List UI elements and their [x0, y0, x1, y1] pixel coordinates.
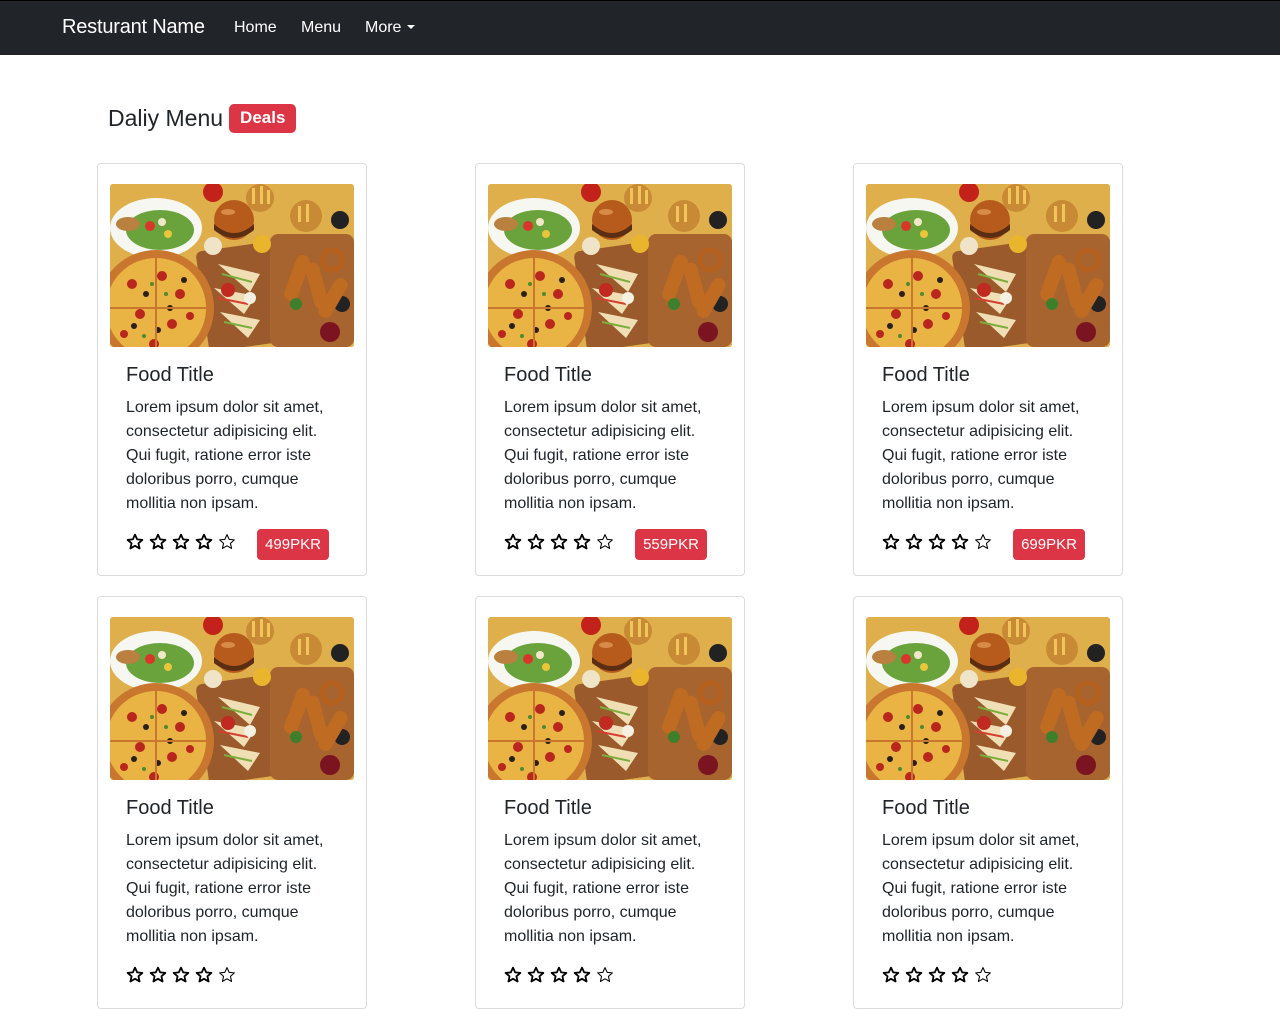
star-icon[interactable] [504, 966, 522, 989]
star-icon[interactable] [218, 533, 236, 556]
star-icon[interactable] [172, 966, 190, 989]
brand-link[interactable]: Resturant Name [62, 16, 205, 39]
food-image [866, 184, 1110, 347]
star-icon[interactable] [527, 966, 545, 989]
star-icon[interactable] [550, 966, 568, 989]
food-description: Lorem ipsum dolor sit amet, consectetur … [504, 832, 702, 945]
food-title: Food Title [126, 364, 214, 386]
food-image [866, 617, 1110, 780]
nav-menu-link[interactable]: Menu [301, 19, 341, 37]
food-card: Food Title Lorem ipsum dolor sit amet, co… [97, 163, 367, 576]
star-icon[interactable] [195, 966, 213, 989]
caret-down-icon [407, 25, 416, 29]
star-icon[interactable] [550, 533, 568, 556]
rating-stars [126, 533, 236, 556]
star-icon[interactable] [951, 533, 969, 556]
star-icon[interactable] [172, 533, 190, 556]
food-image [110, 184, 354, 347]
star-icon[interactable] [905, 966, 923, 989]
star-icon[interactable] [882, 533, 900, 556]
price-button[interactable]: 699PKR [1013, 529, 1085, 560]
food-title: Food Title [882, 797, 970, 819]
star-icon[interactable] [149, 533, 167, 556]
star-icon[interactable] [905, 533, 923, 556]
star-icon[interactable] [974, 533, 992, 556]
food-title: Food Title [504, 364, 592, 386]
food-card: Food Title Lorem ipsum dolor sit amet, co… [475, 596, 745, 1009]
nav-more-dropdown[interactable]: More [365, 19, 416, 37]
food-description: Lorem ipsum dolor sit amet, consectetur … [882, 832, 1080, 945]
star-icon[interactable] [596, 966, 614, 989]
food-image [488, 617, 732, 780]
star-icon[interactable] [882, 966, 900, 989]
star-icon[interactable] [573, 533, 591, 556]
deals-badge: Deals [229, 104, 297, 133]
food-title: Food Title [504, 797, 592, 819]
star-icon[interactable] [126, 533, 144, 556]
section-heading: Daliy Menu Deals [108, 104, 297, 133]
food-title: Food Title [882, 364, 970, 386]
food-description: Lorem ipsum dolor sit amet, consectetur … [504, 399, 702, 512]
star-icon[interactable] [928, 966, 946, 989]
rating-stars [882, 966, 992, 989]
star-icon[interactable] [149, 966, 167, 989]
star-icon[interactable] [195, 533, 213, 556]
food-description: Lorem ipsum dolor sit amet, consectetur … [882, 399, 1080, 512]
star-icon[interactable] [573, 966, 591, 989]
top-navbar: Resturant Name Home Menu More [0, 0, 1280, 55]
star-icon[interactable] [126, 966, 144, 989]
star-icon[interactable] [218, 966, 236, 989]
food-card: Food Title Lorem ipsum dolor sit amet, co… [853, 163, 1123, 576]
food-description: Lorem ipsum dolor sit amet, consectetur … [126, 832, 324, 945]
rating-stars [882, 533, 992, 556]
star-icon[interactable] [928, 533, 946, 556]
nav-home-link[interactable]: Home [234, 19, 277, 37]
rating-stars [126, 966, 236, 989]
food-image [488, 184, 732, 347]
food-card: Food Title Lorem ipsum dolor sit amet, co… [97, 596, 367, 1009]
food-description: Lorem ipsum dolor sit amet, consectetur … [126, 399, 324, 512]
star-icon[interactable] [951, 966, 969, 989]
section-title: Daliy Menu [108, 105, 224, 131]
price-button[interactable]: 559PKR [635, 529, 707, 560]
rating-stars [504, 533, 614, 556]
star-icon[interactable] [974, 966, 992, 989]
food-title: Food Title [126, 797, 214, 819]
food-card: Food Title Lorem ipsum dolor sit amet, co… [475, 163, 745, 576]
star-icon[interactable] [527, 533, 545, 556]
star-icon[interactable] [504, 533, 522, 556]
price-button[interactable]: 499PKR [257, 529, 329, 560]
nav-more-label: More [365, 19, 402, 36]
food-card: Food Title Lorem ipsum dolor sit amet, co… [853, 596, 1123, 1009]
rating-stars [504, 966, 614, 989]
star-icon[interactable] [596, 533, 614, 556]
food-image [110, 617, 354, 780]
